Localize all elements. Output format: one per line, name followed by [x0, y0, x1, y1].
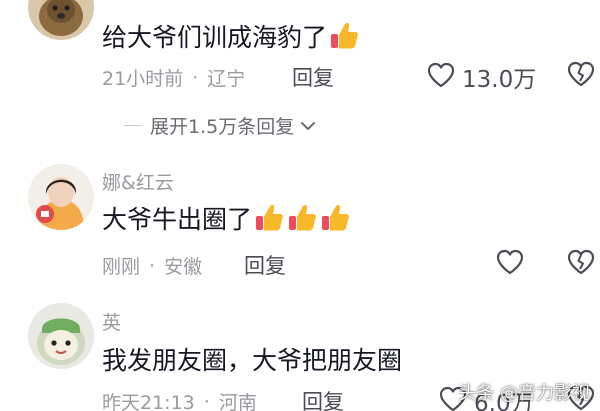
heart-outline-icon — [495, 248, 525, 280]
comment-location: 安徽 — [164, 256, 203, 278]
expand-replies-button[interactable]: 展开1.5万条回复 — [124, 112, 316, 139]
comment-location: 辽宁 — [207, 68, 246, 90]
comment-location: 河南 — [218, 392, 257, 411]
like-count: 13.0万 — [462, 67, 537, 93]
thumbs-up-emoji — [286, 202, 318, 234]
meta-separator: · — [192, 66, 199, 89]
avatar[interactable] — [28, 0, 94, 40]
comment-text-body: 给大爷们训成海豹了 — [102, 23, 328, 52]
like-button[interactable] — [495, 248, 531, 280]
broken-heart-icon — [566, 61, 596, 92]
dislike-button[interactable] — [566, 60, 596, 92]
reply-button[interactable]: 回复 — [244, 250, 286, 280]
like-button[interactable]: 13.0万 — [426, 60, 536, 94]
broken-heart-icon — [566, 249, 596, 280]
avatar[interactable] — [28, 303, 94, 369]
avatar[interactable] — [28, 164, 94, 230]
comment-meta: 21小时前 · 辽宁 — [102, 64, 245, 91]
thumbs-up-emoji — [253, 202, 285, 234]
thumbs-up-emoji — [328, 20, 360, 52]
comment-meta: 刚刚 · 安徽 — [102, 252, 202, 279]
meta-separator: · — [203, 390, 210, 411]
expand-replies-label: 展开1.5万条回复 — [150, 116, 295, 138]
comment-username[interactable]: 英 — [102, 308, 121, 335]
comment-username[interactable]: 娜&红云 — [102, 168, 174, 195]
reply-button[interactable]: 回复 — [292, 62, 334, 92]
thumbs-up-emoji — [319, 202, 351, 234]
expand-divider — [124, 125, 142, 126]
comment-time: 昨天21:13 — [102, 392, 195, 411]
comment-time: 刚刚 — [102, 256, 141, 278]
dislike-button[interactable] — [566, 248, 596, 280]
comment-meta: 昨天21:13 · 河南 — [102, 388, 257, 411]
meta-separator: · — [149, 254, 156, 277]
chevron-down-icon — [300, 120, 316, 132]
heart-outline-icon — [426, 61, 456, 93]
comment-text-body: 我发朋友圈，大爷把朋友圈 — [102, 346, 403, 375]
comment-time: 21小时前 — [102, 68, 184, 90]
comment-text: 大爷牛出圈了 — [102, 200, 351, 236]
comment-text: 我发朋友圈，大爷把朋友圈 — [102, 341, 402, 377]
comment-text-body: 大爷牛出圈了 — [102, 205, 253, 234]
watermark: 头条 @音力影视 — [458, 383, 590, 404]
comment-text: 给大爷们训成海豹了 — [102, 18, 360, 54]
reply-button[interactable]: 回复 — [302, 386, 344, 411]
